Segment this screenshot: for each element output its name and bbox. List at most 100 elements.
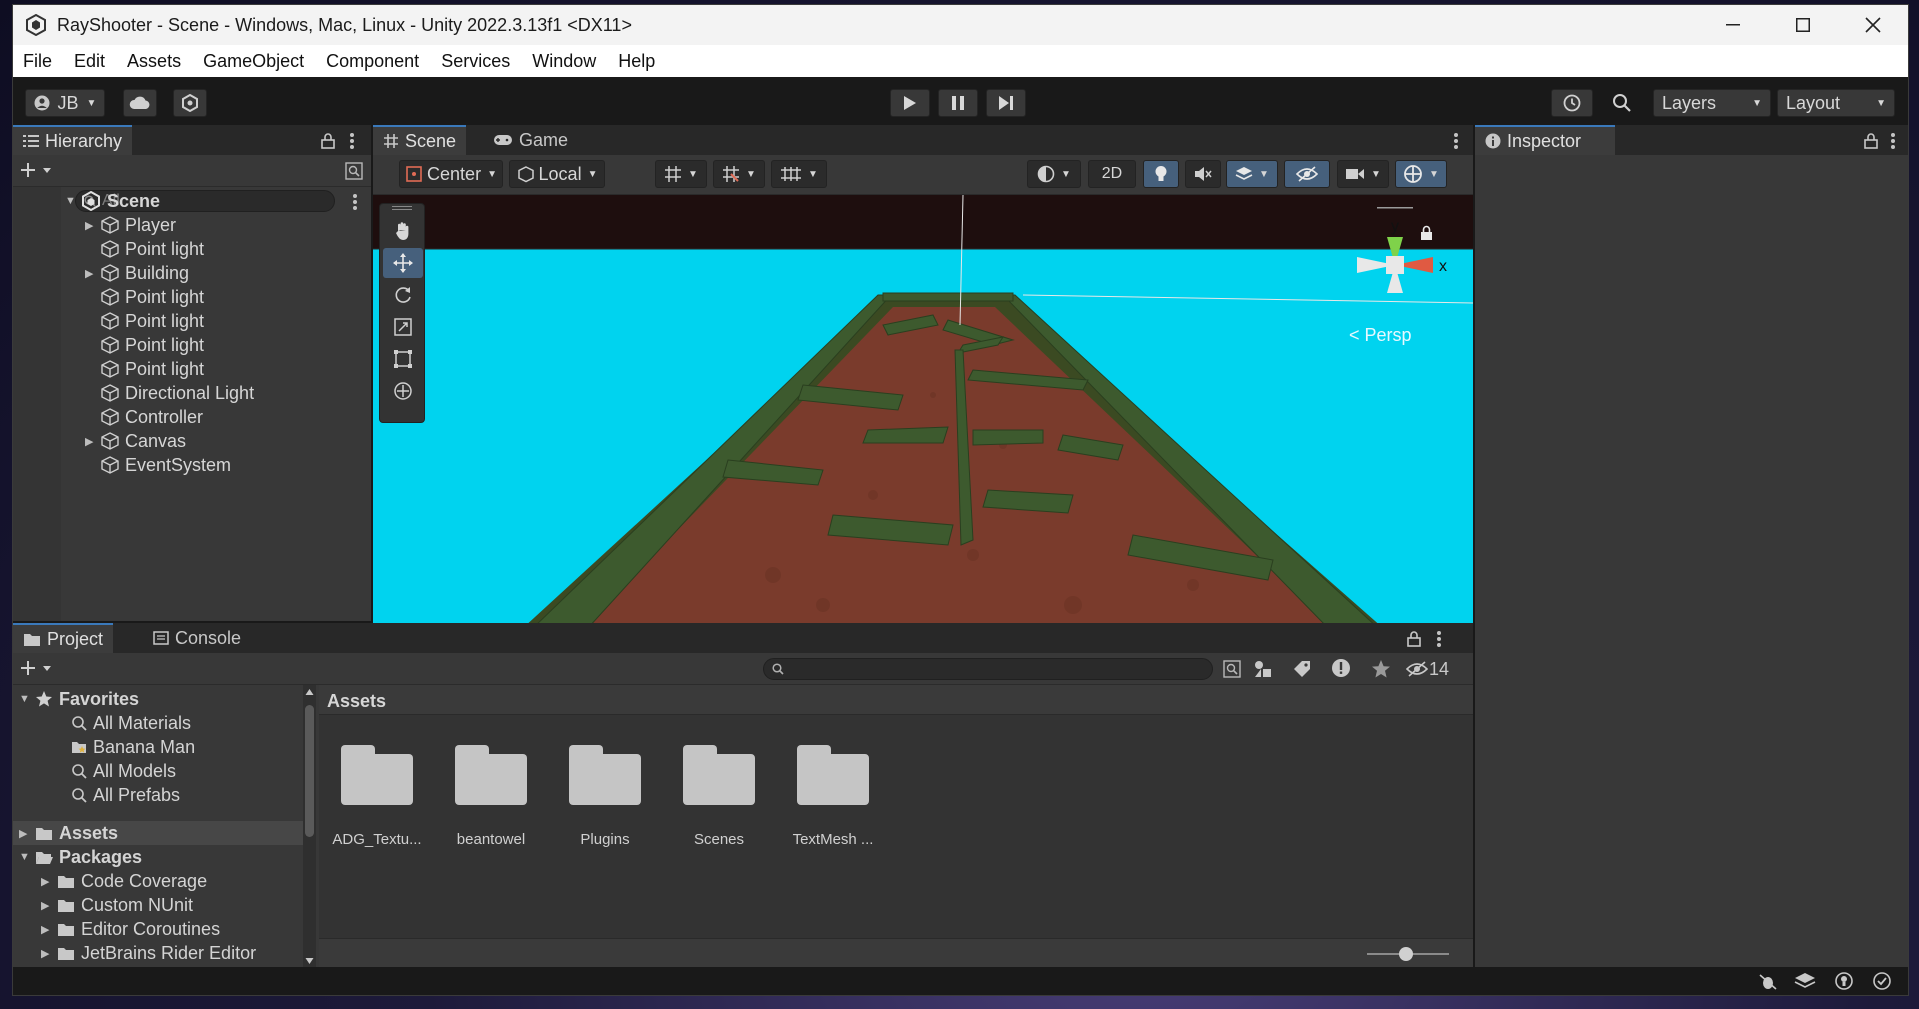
expand-arrow-icon[interactable]: ▶ (41, 875, 57, 888)
icon-size-slider-thumb[interactable] (1399, 947, 1413, 961)
favorite-item[interactable]: Banana Man (71, 735, 195, 759)
scroll-up-icon[interactable] (305, 688, 314, 696)
expand-arrow-icon[interactable]: ▶ (41, 947, 57, 960)
persp-label[interactable]: < Persp (1349, 325, 1412, 346)
asset-breadcrumb[interactable]: Assets (319, 685, 1473, 715)
collapse-arrow-icon[interactable]: ▶ (19, 827, 35, 840)
cache-server-icon[interactable] (1794, 972, 1816, 990)
hierarchy-item[interactable]: ▶ Building (85, 261, 189, 285)
expand-arrow-icon[interactable]: ▶ (85, 435, 101, 448)
scrollbar-thumb[interactable] (305, 705, 314, 837)
project-search-input[interactable] (763, 658, 1213, 680)
eye-slash-icon[interactable] (1406, 660, 1428, 678)
inspector-menu-icon[interactable] (1890, 131, 1896, 149)
star-favorites-icon[interactable] (1371, 659, 1391, 679)
expand-arrow-icon[interactable]: ▶ (41, 899, 57, 912)
error-filter-icon[interactable] (1331, 658, 1351, 678)
hierarchy-item[interactable]: Point light (85, 285, 204, 309)
layout-dropdown[interactable]: Layout ▼ (1777, 89, 1895, 117)
step-button[interactable] (986, 89, 1026, 117)
favorites-row[interactable]: ▼ Favorites (19, 687, 139, 711)
camera-settings-dropdown[interactable]: ▼ (1337, 160, 1389, 188)
layers-dropdown[interactable]: Layers ▼ (1653, 89, 1771, 117)
scene-search-icon[interactable] (345, 162, 363, 180)
tab-inspector[interactable]: Inspector (1475, 125, 1615, 155)
hierarchy-item[interactable]: Point light (85, 309, 204, 333)
menu-help[interactable]: Help (618, 51, 655, 72)
expand-arrow-icon[interactable]: ▼ (19, 693, 35, 705)
expand-arrow-icon[interactable]: ▶ (41, 923, 57, 936)
assets-folder-row[interactable]: ▶ Assets (19, 821, 118, 845)
rect-tool-button[interactable] (383, 344, 423, 374)
folder-tree-scrollbar[interactable] (303, 685, 316, 968)
account-dropdown[interactable]: JB ▼ (25, 89, 105, 117)
play-button[interactable] (890, 89, 930, 117)
hierarchy-item[interactable]: Point light (85, 333, 204, 357)
package-folder-row[interactable]: ▶ Code Coverage (41, 869, 207, 893)
add-icon[interactable] (21, 661, 55, 677)
gizmo-lock-icon[interactable] (1420, 225, 1434, 241)
packages-folder-row[interactable]: ▼ Packages (19, 845, 142, 869)
filter-by-label-icon[interactable] (1293, 660, 1311, 678)
effects-dropdown[interactable]: ▼ (1226, 160, 1278, 188)
close-button[interactable] (1838, 5, 1908, 45)
hierarchy-item[interactable]: Controller (85, 405, 203, 429)
tab-project[interactable]: Project (13, 623, 114, 653)
lighting-status-icon[interactable] (1834, 971, 1854, 991)
space-local-dropdown[interactable]: Local ▼ (509, 160, 605, 188)
package-folder-row[interactable]: ▶ JetBrains Rider Editor (41, 941, 256, 965)
expand-arrow-icon[interactable]: ▼ (19, 851, 35, 863)
minimize-button[interactable] (1698, 5, 1768, 45)
hierarchy-menu-icon[interactable] (349, 131, 355, 149)
hierarchy-item[interactable]: EventSystem (85, 453, 231, 477)
hidden-objects-toggle[interactable] (1284, 160, 1330, 188)
checkmark-circle-icon[interactable] (1872, 971, 1892, 991)
collab-button[interactable] (173, 89, 207, 117)
scroll-down-icon[interactable] (305, 957, 314, 965)
audio-toggle[interactable] (1185, 160, 1221, 188)
tab-console[interactable]: Console (143, 623, 251, 653)
pivot-center-dropdown[interactable]: Center ▼ (399, 160, 503, 188)
gizmos-dropdown[interactable]: ▼ (1395, 160, 1447, 188)
favorite-item[interactable]: All Models (71, 759, 176, 783)
lock-icon[interactable] (1864, 133, 1878, 149)
menu-edit[interactable]: Edit (74, 51, 105, 72)
package-folder-row[interactable]: ▶ Custom NUnit (41, 893, 193, 917)
hand-tool-button[interactable] (383, 216, 423, 246)
hierarchy-item[interactable]: ▶ Canvas (85, 429, 186, 453)
grid-visibility-toggle[interactable]: ▼ (771, 160, 827, 188)
scene-root-row[interactable]: ▼ Scene (65, 189, 371, 213)
scale-tool-button[interactable] (383, 312, 423, 342)
asset-folder[interactable]: beantowel (441, 745, 541, 848)
hierarchy-item[interactable]: Point light (85, 237, 204, 261)
asset-folder[interactable]: Plugins (555, 745, 655, 848)
favorite-item[interactable]: All Prefabs (71, 783, 180, 807)
add-icon[interactable] (21, 163, 55, 179)
tab-scene[interactable]: Scene (373, 125, 467, 155)
search-button[interactable] (1603, 89, 1641, 117)
transform-tool-button[interactable] (383, 376, 423, 406)
lighting-toggle[interactable] (1143, 160, 1179, 188)
favorite-item[interactable]: All Materials (71, 711, 191, 735)
pause-button[interactable] (938, 89, 978, 117)
expand-arrow-icon[interactable]: ▶ (85, 219, 101, 232)
drag-handle-icon[interactable] (392, 206, 412, 210)
bug-icon[interactable] (1758, 972, 1778, 990)
tab-game[interactable]: Game (483, 125, 578, 155)
draw-mode-dropdown[interactable]: ▼ (1027, 160, 1081, 188)
menu-services[interactable]: Services (441, 51, 510, 72)
scene-menu-icon[interactable] (352, 192, 358, 210)
expand-arrow-icon[interactable]: ▼ (65, 195, 81, 207)
lock-icon[interactable] (1407, 631, 1421, 647)
hierarchy-item[interactable]: Point light (85, 357, 204, 381)
asset-folder[interactable]: TextMesh ... (783, 745, 883, 848)
grid-snap-toggle[interactable]: ▼ (655, 160, 707, 188)
menu-component[interactable]: Component (326, 51, 419, 72)
mode-2d-toggle[interactable]: 2D (1088, 160, 1136, 188)
filter-by-type-icon[interactable] (1253, 659, 1273, 679)
increment-snap-toggle[interactable]: ▼ (713, 160, 765, 188)
expand-arrow-icon[interactable]: ▶ (85, 267, 101, 280)
tab-hierarchy[interactable]: Hierarchy (13, 125, 133, 155)
rotate-tool-button[interactable] (383, 280, 423, 310)
asset-folder[interactable]: Scenes (669, 745, 769, 848)
